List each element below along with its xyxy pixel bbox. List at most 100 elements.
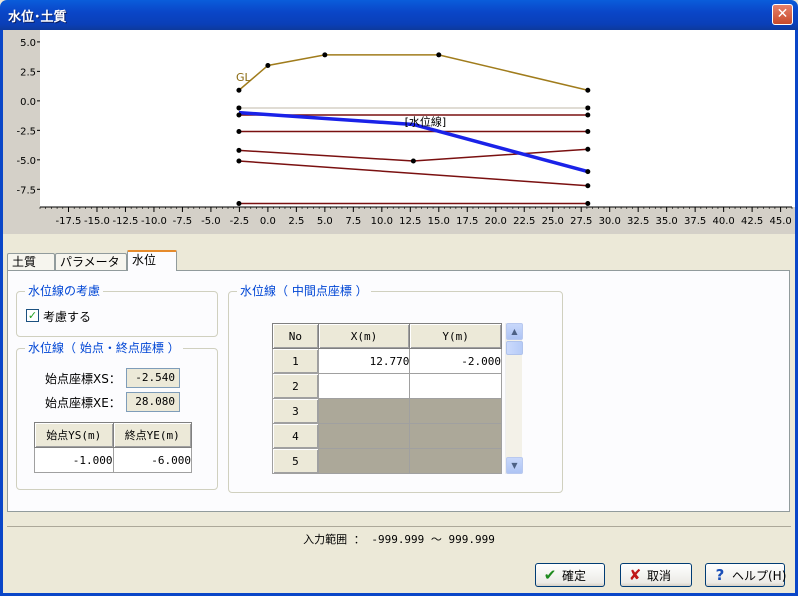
data-point: [322, 52, 328, 58]
data-point: [265, 62, 271, 68]
x-tick-label: 42.5: [741, 216, 763, 227]
cross-icon: ✘: [628, 566, 642, 584]
data-point: [585, 112, 591, 118]
close-button[interactable]: ✕: [772, 4, 793, 25]
tab-panel-water-level: 水位線の考慮 ✓ 考慮する 水位線（ 始点・終点座標 ） 始点座標XS： -2.…: [7, 270, 790, 512]
tab-label: パラメータ: [60, 255, 120, 269]
data-point: [585, 129, 591, 135]
row-number: 5: [272, 448, 319, 474]
x-tick-label: 17.5: [456, 216, 478, 227]
x-tick-label: 40.0: [713, 216, 735, 227]
cancel-button[interactable]: ✘ 取消: [620, 563, 692, 587]
table-row: 4: [272, 423, 502, 449]
x-tick-label: 45.0: [769, 216, 791, 227]
data-point: [236, 158, 242, 164]
table-row: 5: [272, 448, 502, 474]
data-point: [585, 105, 591, 111]
x-tick-label: -7.5: [173, 216, 193, 227]
y-cell-disabled: [409, 398, 502, 424]
y-cell-disabled: [409, 423, 502, 449]
y-tick-label: -2.5: [16, 126, 36, 137]
ye-cell[interactable]: -6.000: [112, 447, 192, 473]
y-tick-label: -5.0: [16, 156, 36, 167]
scroll-down-icon[interactable]: ▼: [506, 457, 523, 474]
title-bar[interactable]: 水位･土質 ✕: [0, 0, 798, 30]
tab-parameters[interactable]: パラメータ: [55, 253, 127, 271]
y-cell-disabled: [409, 448, 502, 474]
water-level-chart: 5.0 2.5 0.0 -2.5 -5.0 -7.5 -17.5 -15.0 -12.5 -10.…: [3, 30, 795, 234]
scroll-up-icon[interactable]: ▲: [506, 323, 523, 340]
row-number: 3: [272, 398, 319, 424]
data-point: [585, 87, 591, 93]
x-cell[interactable]: 12.770: [317, 348, 411, 374]
midpoints-table: No X(m) Y(m) 1 12.770 -2.000 2 3 4 5: [272, 323, 502, 474]
endpoints-group-title: 水位線（ 始点・終点座標 ）: [25, 341, 183, 355]
x-cell-disabled: [317, 448, 411, 474]
consider-checkbox[interactable]: ✓: [26, 309, 39, 322]
ys-header: 始点YS(m): [34, 422, 114, 448]
tab-soil[interactable]: 土質: [7, 253, 55, 271]
xe-field: 28.080: [126, 392, 180, 412]
table-row: 1 12.770 -2.000: [272, 348, 502, 374]
ok-label: 確定: [562, 569, 587, 583]
xs-field: -2.540: [126, 368, 180, 388]
data-point: [236, 200, 242, 206]
tab-label: 土質: [12, 255, 37, 269]
tab-water-level[interactable]: 水位: [127, 250, 177, 271]
scroll-thumb[interactable]: [506, 341, 523, 355]
data-point: [585, 183, 591, 189]
midpoints-group: 水位線（ 中間点座標 ） No X(m) Y(m) 1 12.770 -2.00…: [228, 284, 563, 493]
data-point: [585, 169, 591, 175]
help-icon: ?: [715, 566, 725, 584]
y-tick-label: 5.0: [20, 38, 36, 49]
data-point: [410, 158, 416, 164]
y-tick-label: 0.0: [20, 97, 36, 108]
y-cell[interactable]: -2.000: [409, 348, 502, 374]
table-scrollbar[interactable]: ▲ ▼: [505, 323, 523, 474]
x-tick-label: 27.5: [570, 216, 592, 227]
data-point: [236, 147, 242, 153]
y-tick-label: 2.5: [20, 67, 36, 78]
x-cell-disabled: [317, 423, 411, 449]
check-icon: ✔: [543, 566, 557, 584]
endpoints-table: 始点YS(m) 終点YE(m) -1.000 -6.000: [34, 422, 192, 473]
input-range-status: 入力範囲 ： -999.999 〜 999.999: [7, 526, 791, 552]
data-point: [585, 200, 591, 206]
y-header: Y(m): [409, 323, 502, 349]
y-cell[interactable]: [409, 373, 502, 399]
ys-cell[interactable]: -1.000: [34, 447, 114, 473]
ok-button[interactable]: ✔ 確定: [535, 563, 605, 587]
y-tick-label: -7.5: [16, 185, 36, 196]
consider-group: 水位線の考慮 ✓ 考慮する: [16, 284, 218, 337]
x-tick-label: -15.0: [84, 216, 110, 227]
x-tick-label: -17.5: [56, 216, 82, 227]
help-button[interactable]: ? ヘルプ(H): [705, 563, 786, 587]
x-tick-label: 22.5: [513, 216, 535, 227]
x-tick-label: 15.0: [428, 216, 450, 227]
x-cell[interactable]: [317, 373, 411, 399]
x-tick-label: 2.5: [288, 216, 304, 227]
row-number: 1: [272, 348, 319, 374]
x-tick-label: 0.0: [260, 216, 276, 227]
x-tick-label: 7.5: [345, 216, 361, 227]
table-row: 2: [272, 373, 502, 399]
x-cell-disabled: [317, 398, 411, 424]
data-point: [236, 87, 242, 93]
x-tick-label: 5.0: [317, 216, 333, 227]
x-tick-label: 10.0: [371, 216, 393, 227]
data-point: [236, 112, 242, 118]
x-tick-label: 37.5: [684, 216, 706, 227]
x-tick-label: -5.0: [201, 216, 221, 227]
consider-group-title: 水位線の考慮: [25, 284, 104, 298]
consider-checkbox-label: 考慮する: [43, 310, 92, 324]
cancel-label: 取消: [647, 569, 672, 583]
chart-area: 5.0 2.5 0.0 -2.5 -5.0 -7.5 -17.5 -15.0 -12.5 -10.…: [3, 30, 795, 234]
endpoints-group: 水位線（ 始点・終点座標 ） 始点座標XS： -2.540 始点座標XE： 28…: [16, 341, 218, 490]
data-point: [585, 146, 591, 152]
x-header: X(m): [317, 323, 411, 349]
x-tick-label: 32.5: [627, 216, 649, 227]
x-tick-label: -12.5: [113, 216, 139, 227]
gl-label: GL: [236, 71, 252, 84]
data-point: [236, 129, 242, 135]
table-row: 3: [272, 398, 502, 424]
